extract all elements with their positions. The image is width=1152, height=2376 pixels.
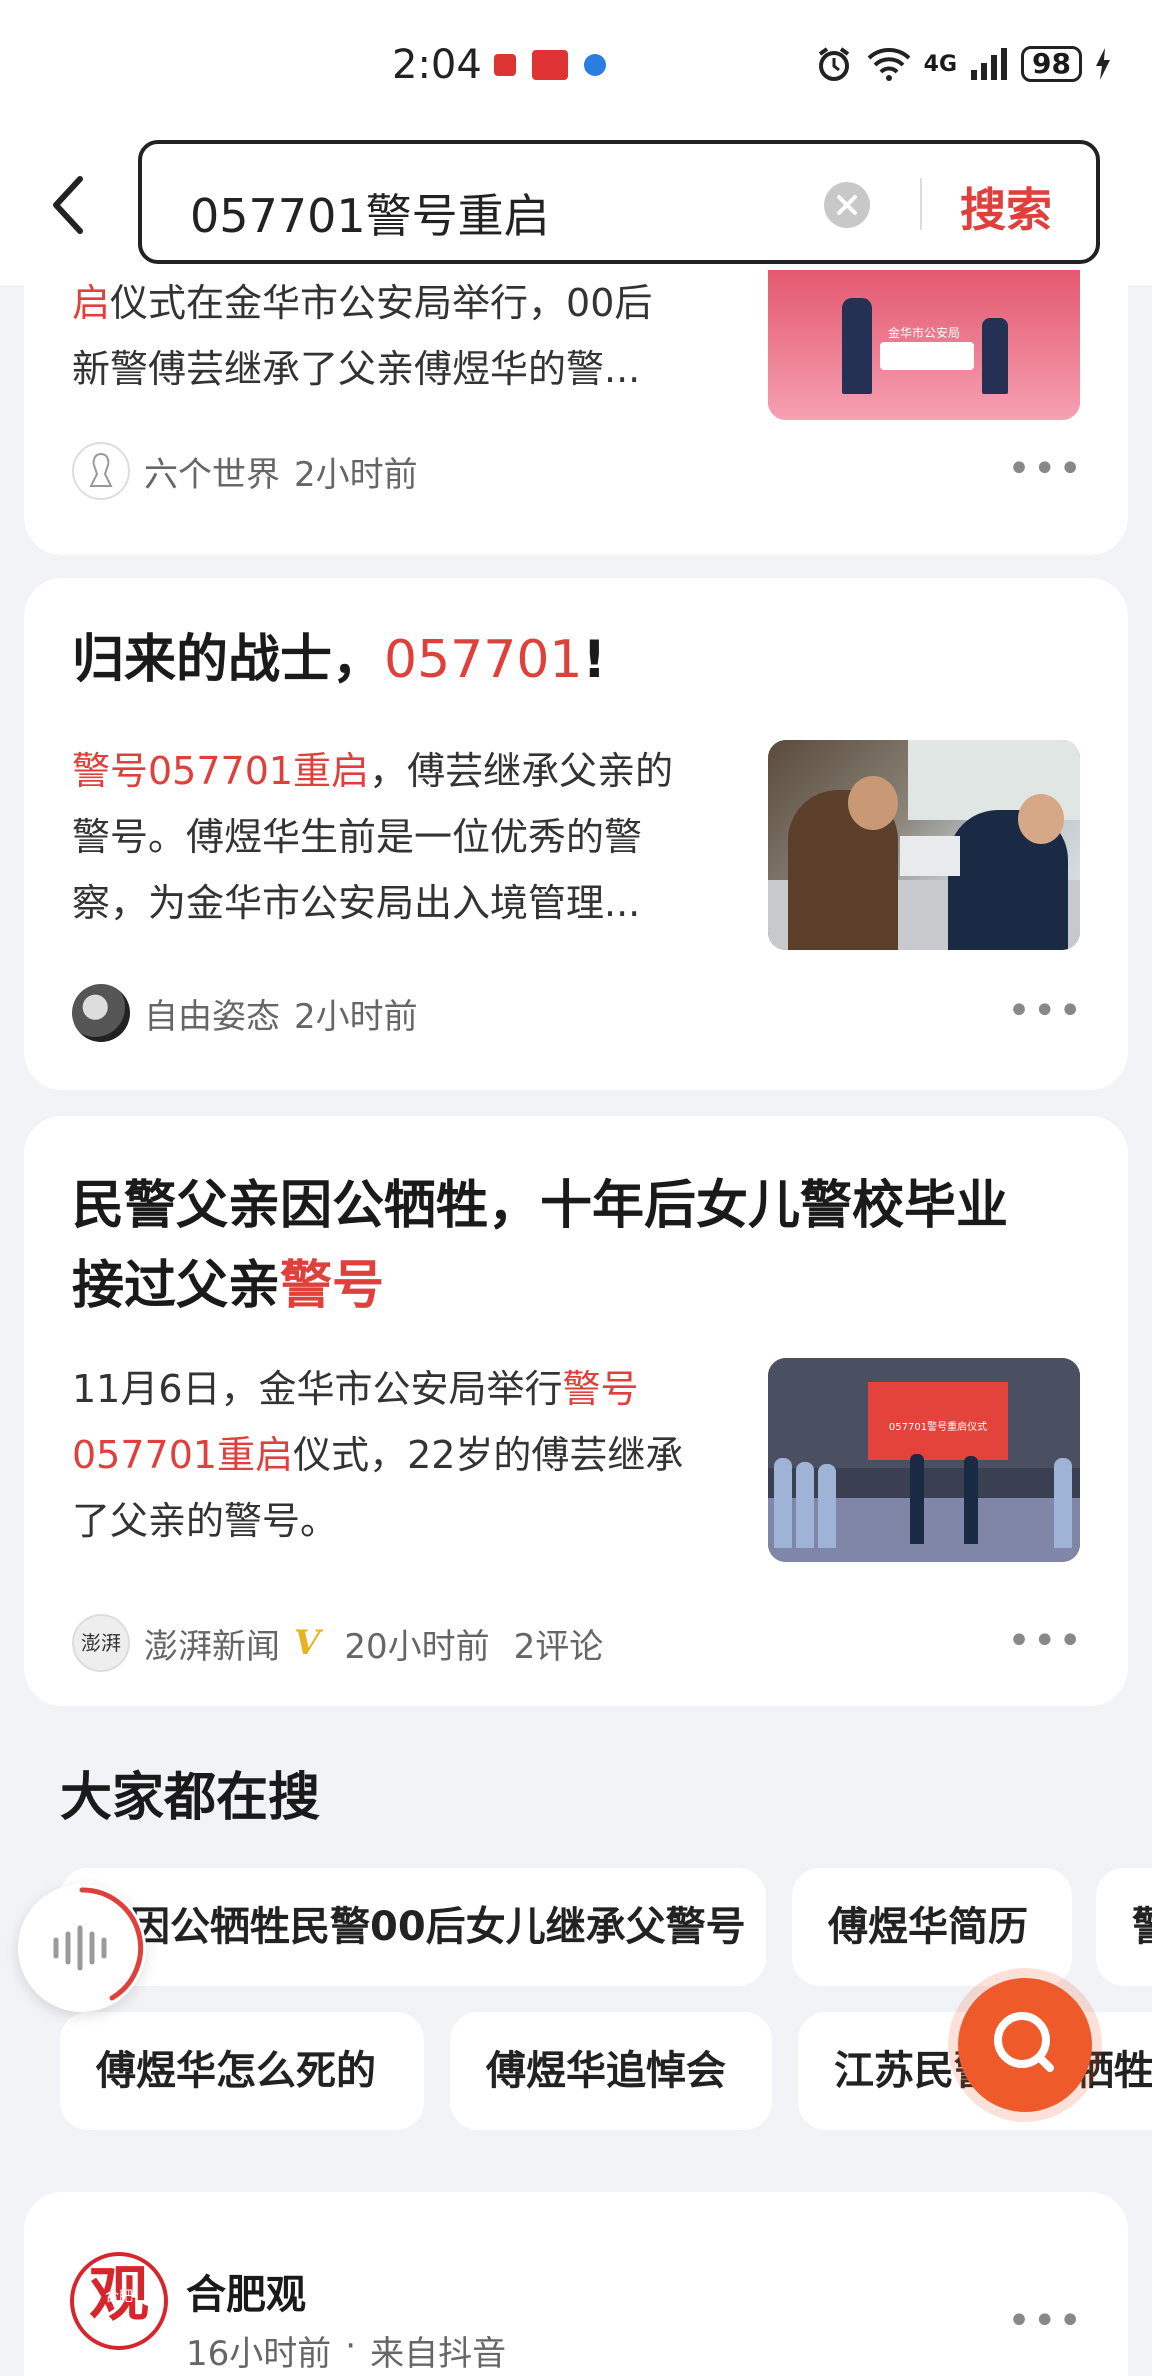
result-snippet: 警号057701重启，傅芸继承父亲的 警号。傅煜华生前是一位优秀的警 察，为金华… — [72, 749, 674, 925]
author-name[interactable]: 澎湃新闻 — [144, 1619, 280, 1668]
account-meta: 16小时前 · 来自抖音 — [186, 2326, 507, 2374]
browser-notification-icon — [584, 54, 606, 76]
result-meta: 六个世界 2小时前 — [72, 442, 418, 500]
author-avatar[interactable] — [72, 442, 130, 500]
battery-indicator: 98 — [1021, 46, 1082, 82]
charging-icon — [1096, 48, 1110, 80]
post-time: 2小时前 — [294, 454, 418, 495]
result-snippet: 11月6日，金华市公安局举行警号 057701重启仪式，22岁的傅芸继承 了父亲… — [72, 1367, 684, 1543]
network-type-label: 4G — [923, 51, 958, 77]
search-input[interactable]: 057701警号重启 — [190, 180, 550, 246]
result-meta: 澎湃 澎湃新闻 V 20小时前 2评论 — [72, 1614, 603, 1672]
account-name[interactable]: 合肥观 — [186, 2262, 306, 2320]
trending-chip[interactable]: 警 — [1096, 1868, 1152, 1986]
status-time: 2:04 — [392, 42, 482, 88]
author-name[interactable]: 六个世界 — [144, 447, 280, 496]
close-icon — [837, 195, 857, 215]
alarm-icon — [818, 47, 849, 81]
trending-chip[interactable]: 傅煜华怎么死的 — [60, 2012, 424, 2130]
trending-chip[interactable]: 傅煜华简历 — [792, 1868, 1072, 1986]
clear-search-button[interactable] — [824, 182, 870, 228]
back-button[interactable] — [40, 165, 96, 245]
search-icon — [994, 2012, 1054, 2072]
account-card[interactable]: 观 合肥 合肥观 16小时前 · 来自抖音 ••• — [24, 2192, 1128, 2376]
post-time: 20小时前 — [344, 1626, 490, 1667]
shopping-notification-icon — [532, 50, 568, 80]
result-card-2[interactable]: 归来的战士，057701! 警号057701重启，傅芸继承父亲的 警号。傅煜华生… — [24, 578, 1128, 1090]
result-snippet: 启仪式在金华市公安局举行，00后 新警傅芸继承了父亲傅煜华的警... — [72, 281, 653, 391]
signal-icon — [971, 48, 1008, 80]
post-time: 2小时前 — [294, 996, 418, 1037]
more-options-button[interactable]: ••• — [1007, 446, 1084, 492]
more-options-button[interactable]: ••• — [1007, 988, 1084, 1034]
trending-chip[interactable]: 傅煜华追悼会 — [450, 2012, 772, 2130]
result-card-3[interactable]: 民警父亲因公牺牲，十年后女儿警校毕业 接过父亲警号 11月6日，金华市公安局举行… — [24, 1116, 1128, 1706]
verified-badge: V — [294, 1623, 321, 1663]
result-thumbnail[interactable]: 057701警号重启仪式 — [768, 1358, 1080, 1562]
notification-icon — [494, 54, 516, 76]
floating-search-button[interactable] — [958, 1978, 1092, 2112]
back-arrow-icon — [53, 176, 83, 234]
more-options-button[interactable]: ••• — [1007, 1618, 1084, 1664]
voice-search-button[interactable] — [18, 1884, 146, 2012]
wifi-icon — [867, 48, 911, 81]
result-thumbnail[interactable] — [768, 740, 1080, 950]
voice-wave-icon — [53, 1887, 144, 2001]
search-bar[interactable]: 057701警号重启 搜索 — [138, 140, 1100, 264]
search-button[interactable]: 搜索 — [960, 174, 1052, 240]
author-avatar[interactable] — [72, 984, 130, 1042]
trending-chip[interactable]: 因公牺牲民警00后女儿继承父警号 — [60, 1868, 766, 1986]
account-logo[interactable]: 观 合肥 — [70, 2252, 168, 2350]
result-title[interactable]: 民警父亲因公牺牲，十年后女儿警校毕业 接过父亲警号 — [72, 1166, 1008, 1326]
search-divider — [920, 178, 922, 230]
trending-section-title: 大家都在搜 — [60, 1768, 321, 1828]
result-meta: 自由姿态 2小时前 — [72, 984, 418, 1042]
author-avatar[interactable]: 澎湃 — [72, 1614, 130, 1672]
status-icons: 4G 98 — [814, 44, 1112, 84]
result-thumbnail[interactable]: 金华市公安局 — [768, 270, 1080, 420]
more-options-button[interactable]: ••• — [1007, 2298, 1084, 2344]
result-title[interactable]: 归来的战士，057701! — [72, 620, 606, 700]
comment-count[interactable]: 2评论 — [514, 1619, 604, 1668]
author-name[interactable]: 自由姿态 — [144, 989, 280, 1038]
